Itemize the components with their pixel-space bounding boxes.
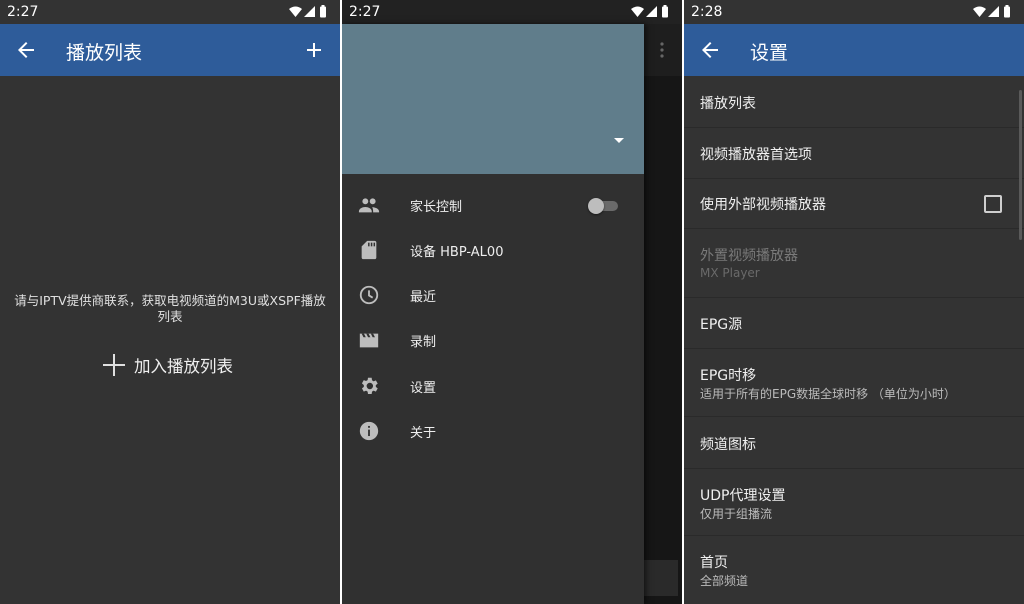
- nav-label: 设备 HBP-AL00: [410, 245, 504, 260]
- status-icons: [289, 5, 326, 18]
- wifi-icon: [973, 6, 986, 17]
- background-content: [642, 76, 682, 604]
- page-title: 设置: [750, 42, 789, 64]
- setting-external-player: 外置视频播放器 MX Player: [684, 229, 1024, 298]
- movie-icon: [359, 333, 379, 348]
- setting-title: 使用外部视频播放器: [700, 197, 826, 213]
- setting-subtitle: 适用于所有的EPG数据全球时移 （单位为小时）: [700, 387, 956, 401]
- wifi-icon: [631, 6, 644, 17]
- add-icon[interactable]: [302, 38, 326, 62]
- nav-label: 设置: [410, 381, 437, 396]
- setting-video-player-preferences[interactable]: 视频播放器首选项: [684, 128, 1024, 179]
- setting-title: UDP代理设置: [700, 488, 786, 504]
- setting-title: EPG源: [700, 317, 743, 333]
- gear-icon: [361, 377, 378, 394]
- setting-udp-proxy[interactable]: UDP代理设置 仅用于组播流: [684, 469, 1024, 536]
- battery-icon: [320, 6, 326, 18]
- setting-title: EPG时移: [700, 368, 757, 384]
- sd-card-icon: [361, 240, 377, 260]
- setting-epg-timeshift[interactable]: EPG时移 适用于所有的EPG数据全球时移 （单位为小时）: [684, 349, 1024, 417]
- status-icons: [631, 5, 668, 18]
- status-icons: [973, 5, 1010, 18]
- battery-icon: [662, 6, 668, 18]
- navigation-drawer-screen: 2:27 家长控制 设备 HBP-AL00 最近 录制 设置 关于: [342, 0, 682, 604]
- setting-subtitle: MX Player: [700, 266, 760, 280]
- nav-item-parental-control[interactable]: 家长控制: [342, 183, 644, 227]
- nav-label: 关于: [410, 426, 437, 441]
- status-time: 2:27: [7, 4, 39, 20]
- setting-subtitle: 仅用于组播流: [700, 507, 773, 521]
- status-bar: 2:28: [684, 0, 1024, 24]
- scrollbar[interactable]: [1019, 90, 1022, 240]
- app-bar: 播放列表: [0, 24, 340, 76]
- setting-title: 播放列表: [700, 96, 756, 112]
- nav-item-settings[interactable]: 设置: [342, 364, 644, 408]
- nav-label: 录制: [410, 335, 437, 350]
- status-time: 2:27: [349, 4, 381, 20]
- info-icon: [359, 421, 379, 441]
- plus-icon: [103, 354, 125, 376]
- people-icon: [358, 198, 380, 213]
- setting-home[interactable]: 首页 全部频道: [684, 536, 1024, 604]
- status-bar: 2:27: [0, 0, 340, 24]
- setting-epg-source[interactable]: EPG源: [684, 298, 1024, 349]
- setting-title: 外置视频播放器: [700, 248, 798, 264]
- setting-title: 首页: [700, 555, 728, 571]
- add-playlist-button[interactable]: 加入播放列表: [102, 352, 233, 378]
- nav-item-device[interactable]: 设备 HBP-AL00: [342, 228, 644, 272]
- setting-channel-icons[interactable]: 频道图标: [684, 417, 1024, 469]
- signal-icon: [646, 6, 657, 17]
- status-time: 2:28: [691, 4, 723, 20]
- playlist-screen: 2:27 播放列表 请与IPTV提供商联系，获取电视频道的M3U或XSPF播放列…: [0, 0, 340, 604]
- signal-icon: [988, 6, 999, 17]
- wifi-icon: [289, 6, 302, 17]
- nav-label: 最近: [410, 290, 437, 305]
- external-player-checkbox[interactable]: [984, 195, 1002, 213]
- setting-playlists[interactable]: 播放列表: [684, 76, 1024, 128]
- more-vert-icon[interactable]: [660, 42, 664, 58]
- back-arrow-icon[interactable]: [698, 38, 722, 62]
- nav-item-recent[interactable]: 最近: [342, 273, 644, 317]
- setting-subtitle: 全部频道: [700, 574, 749, 588]
- status-bar: 2:27: [342, 0, 682, 24]
- battery-icon: [1004, 6, 1010, 18]
- nav-item-recordings[interactable]: 录制: [342, 318, 644, 362]
- add-playlist-label: 加入播放列表: [134, 357, 233, 376]
- navigation-drawer: 家长控制 设备 HBP-AL00 最近 录制 设置 关于: [342, 24, 644, 604]
- setting-title: 视频播放器首选项: [700, 147, 812, 163]
- nav-item-about[interactable]: 关于: [342, 409, 644, 453]
- app-bar: 设置: [684, 24, 1024, 76]
- signal-icon: [304, 6, 315, 17]
- empty-hint-text: 请与IPTV提供商联系，获取电视频道的M3U或XSPF播放列表: [14, 293, 326, 324]
- background-bottom-bar: [642, 560, 678, 596]
- setting-use-external-player[interactable]: 使用外部视频播放器: [684, 179, 1024, 229]
- dropdown-arrow-icon[interactable]: [614, 138, 624, 143]
- setting-title: 频道图标: [700, 437, 756, 453]
- parental-control-toggle[interactable]: [588, 198, 618, 214]
- drawer-header[interactable]: [342, 24, 644, 174]
- back-arrow-icon[interactable]: [14, 38, 38, 62]
- clock-icon: [359, 285, 379, 305]
- page-title: 播放列表: [66, 42, 143, 64]
- nav-label: 家长控制: [410, 200, 463, 215]
- settings-screen: 2:28 设置 播放列表 视频播放器首选项 使用外部视频播放器 外置视频播放器 …: [684, 0, 1024, 604]
